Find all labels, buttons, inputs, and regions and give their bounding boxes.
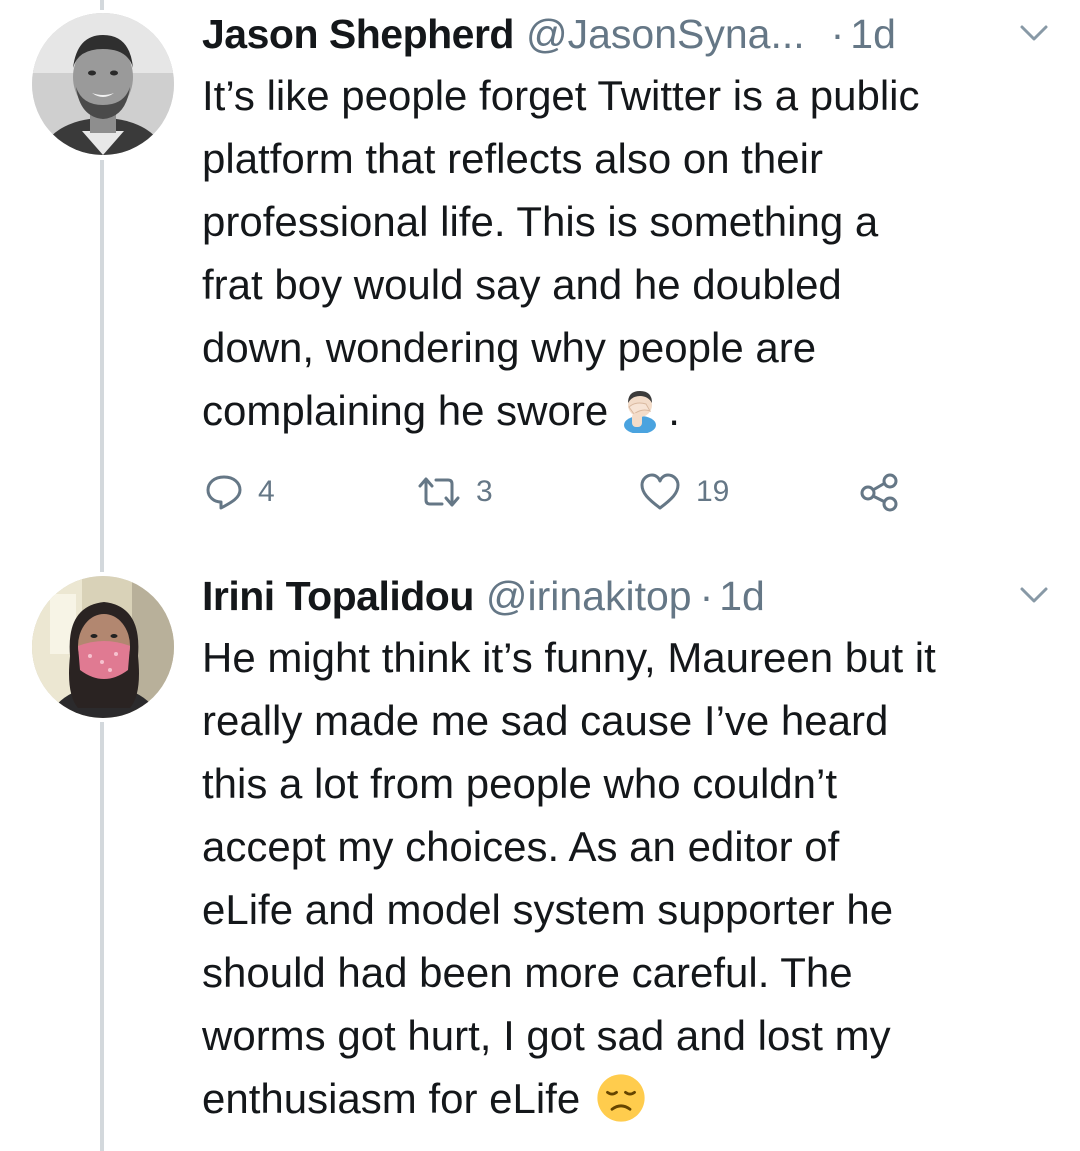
display-name[interactable]: Irini Topalidou [202,572,474,620]
avatar[interactable] [32,576,174,718]
tweet-text: He might think it’s funny, Maureen but i… [202,626,1052,1130]
display-name[interactable]: Jason Shepherd [202,10,514,58]
facepalm-emoji [624,391,657,433]
like-count: 19 [696,475,730,508]
heart-icon [640,473,680,510]
reply-count: 4 [258,475,275,508]
chevron-down-icon[interactable] [1016,580,1052,610]
retweet-icon [418,477,460,507]
separator-dot: · [830,11,845,57]
user-handle[interactable]: @irinakitop [486,572,692,620]
retweet-count: 3 [476,475,493,508]
tweet-irini-topalidou[interactable]: Irini Topalidou @irinakitop · 1d He migh… [0,560,1080,1151]
chevron-down-icon[interactable] [1016,18,1052,48]
like-button[interactable]: 19 [638,464,729,520]
retweet-button[interactable]: 3 [416,464,493,520]
avatar[interactable] [32,13,174,155]
tweet-header: Jason Shepherd @JasonSyna... · 1d [202,10,1052,58]
timestamp[interactable]: 1d [719,572,765,620]
disappointed-face-emoji [597,1074,645,1122]
share-icon [860,473,898,512]
tweet-actions: 4 3 19 [202,464,922,520]
timestamp[interactable]: 1d [850,10,896,58]
tweet-jason-shepherd[interactable]: Jason Shepherd @JasonSyna... · 1d It’s l… [0,0,1080,560]
avatar-photo-irini [32,576,174,718]
tweet-header: Irini Topalidou @irinakitop · 1d [202,572,1052,620]
tweet-text: It’s like people forget Twitter is a pub… [202,64,1052,442]
reply-button[interactable]: 4 [204,464,275,520]
reply-icon [206,475,242,510]
tweet-text-suffix: . [668,387,680,434]
share-button[interactable] [858,464,902,520]
user-handle[interactable]: @JasonSyna... [526,10,805,58]
avatar-photo-jason [32,13,174,155]
tweet-text-content: He might think it’s funny, Maureen but i… [202,634,936,1122]
separator-dot: · [699,573,714,619]
tweet-text-content: It’s like people forget Twitter is a pub… [202,72,920,434]
